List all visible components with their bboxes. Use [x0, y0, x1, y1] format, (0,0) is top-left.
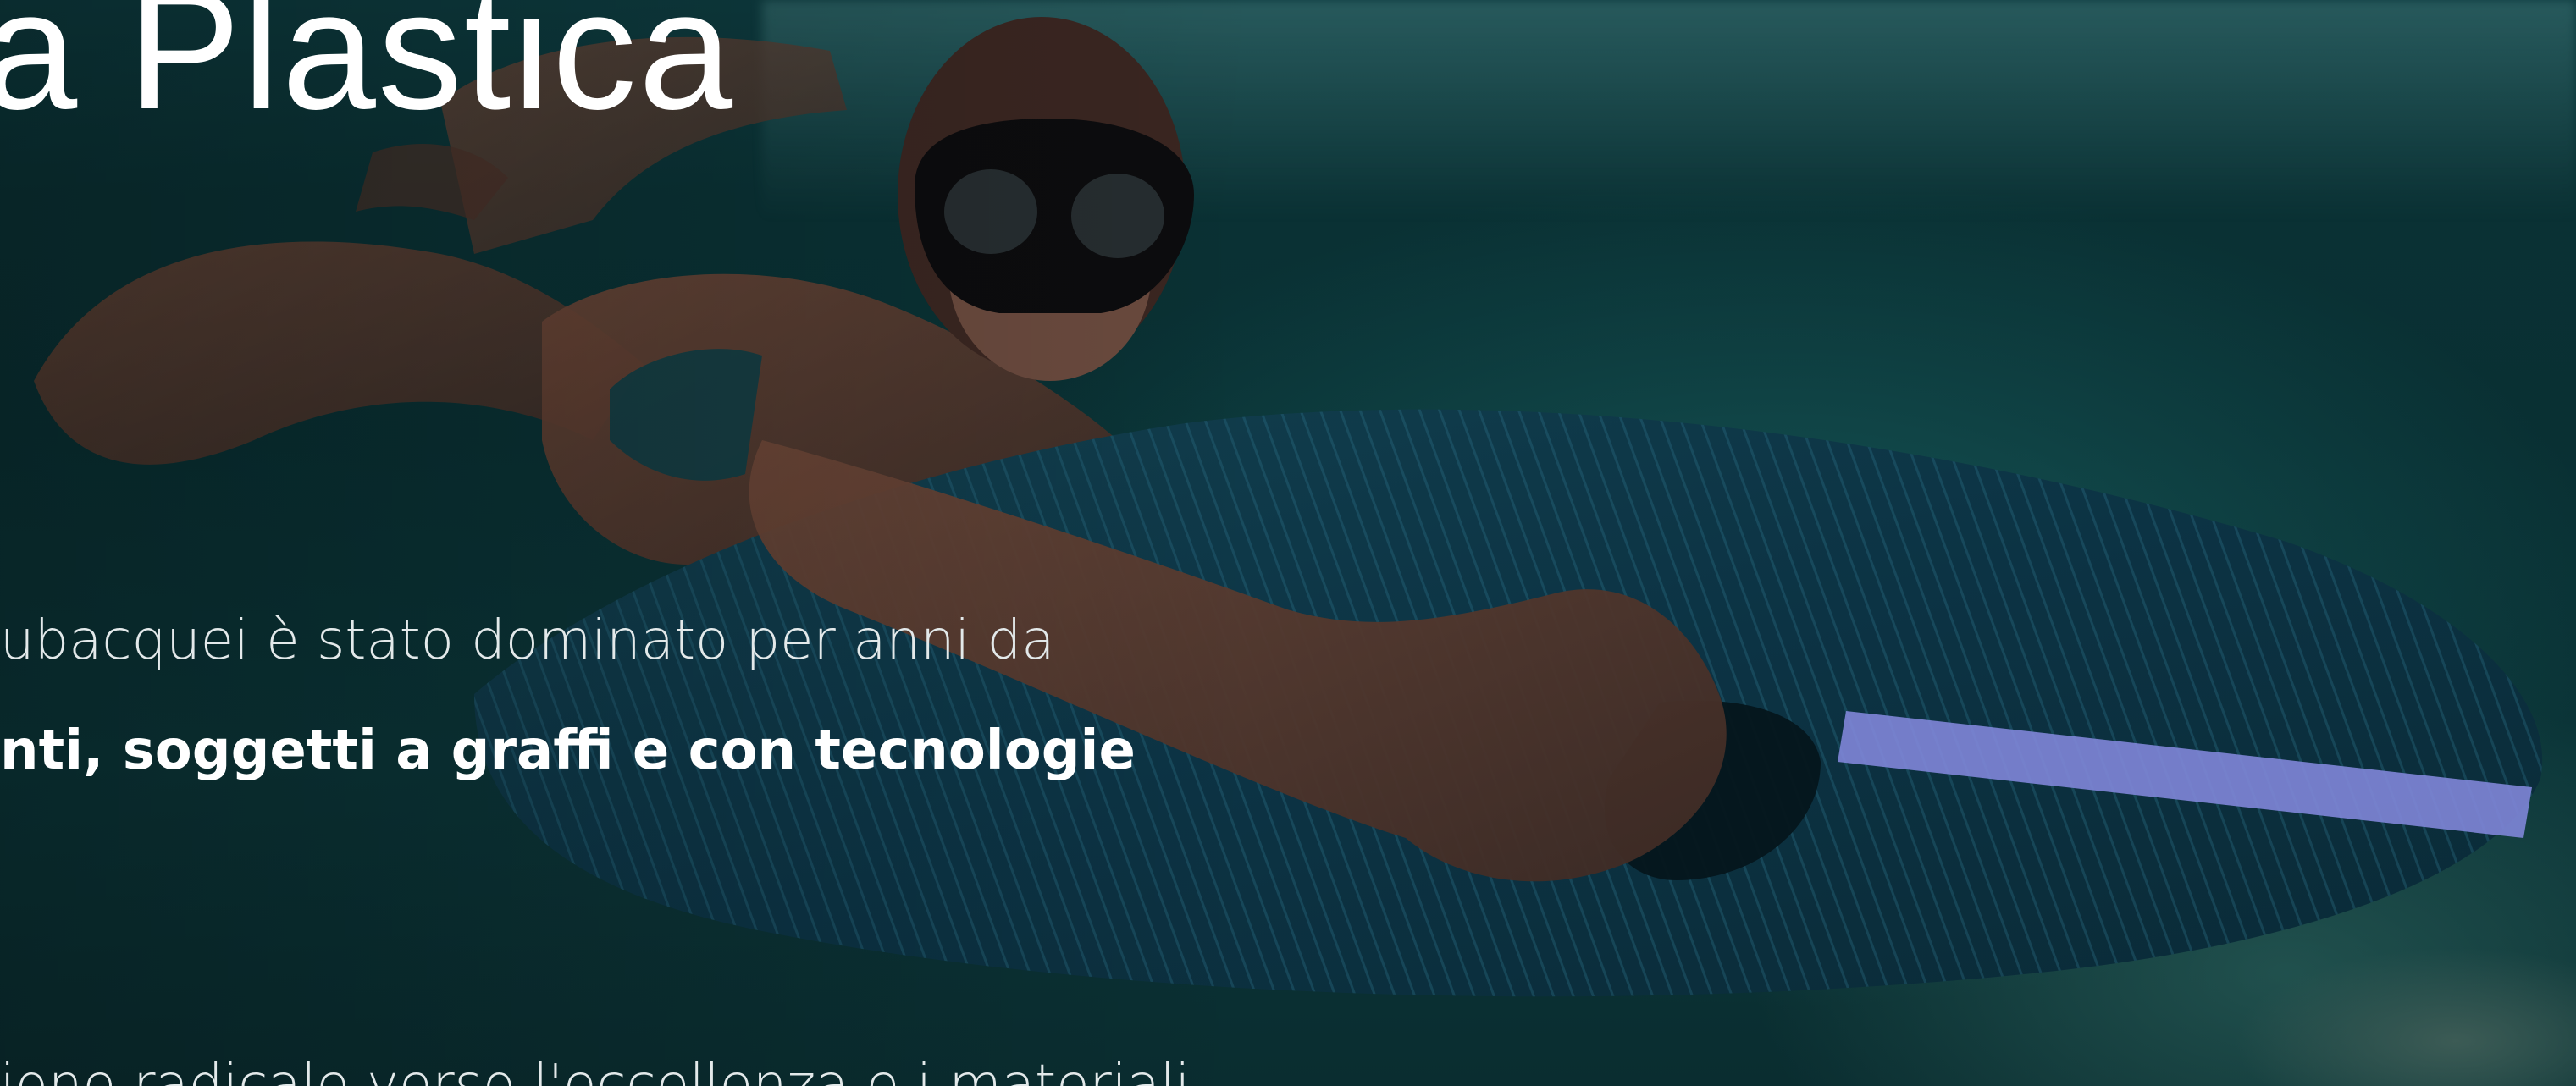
hero-section: a Plastica ubacquei è stato dominato per…: [0, 0, 2576, 1086]
diver-head: [898, 17, 1194, 381]
hero-paragraph-line-2-bold: nti, soggetti a graffi e con tecnologie: [0, 719, 1136, 782]
hero-headline: a Plastica: [0, 0, 735, 145]
seabed-rock: [2236, 948, 2576, 1086]
hero-paragraph-line-1: ubacquei è stato dominato per anni da: [0, 609, 1055, 672]
hero-paragraph-line-3: ione radicale verso l'eccellenza e i mat…: [0, 1054, 1191, 1086]
hero-background-photo: [34, 17, 2576, 1086]
